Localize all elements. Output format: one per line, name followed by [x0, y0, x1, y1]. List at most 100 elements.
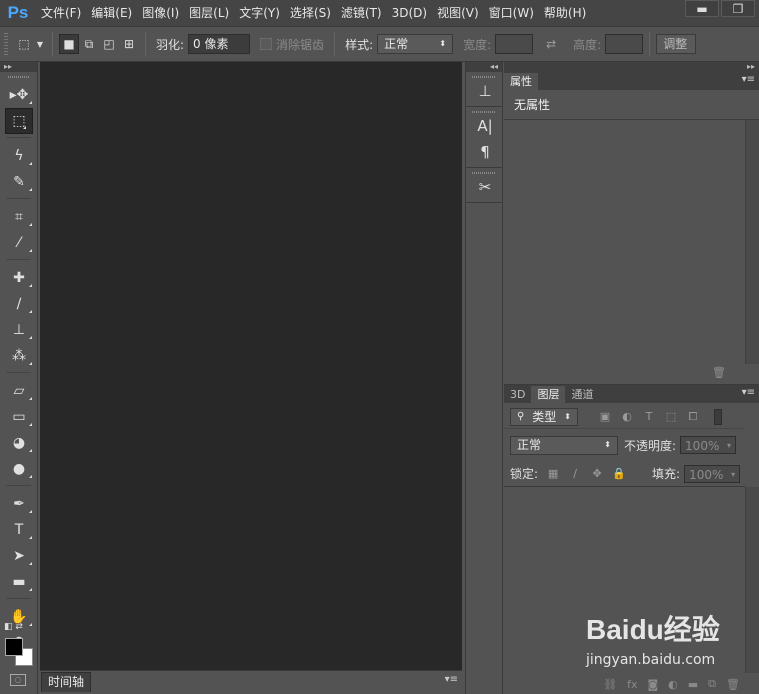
- type-tool[interactable]: T: [0, 517, 38, 543]
- filter-pixel-icon[interactable]: ▣: [597, 409, 613, 425]
- lasso-tool-icon: ϟ: [14, 148, 24, 164]
- tool-flyout-indicator: [23, 126, 26, 129]
- marquee-tool[interactable]: ⬚: [5, 108, 33, 134]
- pen-tool[interactable]: ✒: [0, 491, 38, 517]
- shape-tool[interactable]: ▬: [0, 569, 38, 595]
- height-input[interactable]: [605, 34, 644, 54]
- baidu-watermark: Baidu经验 jingyan.baidu.com: [586, 608, 756, 688]
- tool-flyout-indicator: [29, 249, 32, 252]
- tools-grip[interactable]: [8, 76, 29, 78]
- stamp-tool[interactable]: ⊥: [0, 317, 38, 343]
- filter-smart-object-icon[interactable]: ⧠: [685, 409, 701, 425]
- menu-filter[interactable]: 滤镜(T): [336, 0, 387, 26]
- eyedropper-tool-icon: ⁄: [17, 235, 21, 251]
- lock-image-icon[interactable]: ∕: [567, 466, 583, 482]
- healing-tool[interactable]: ✚: [0, 265, 38, 291]
- tool-flyout-indicator: [29, 475, 32, 478]
- add-selection-icon[interactable]: ⧉: [79, 34, 99, 54]
- gradient-tool[interactable]: ▭: [0, 404, 38, 430]
- swap-dimensions-icon[interactable]: ⇄: [541, 34, 561, 54]
- new-selection-icon[interactable]: ■: [59, 34, 79, 54]
- minimize-button[interactable]: ▬: [685, 0, 719, 17]
- properties-menu-icon[interactable]: ▾≡: [742, 74, 755, 85]
- refine-edge-button[interactable]: 调整: [656, 34, 697, 54]
- default-colors-icon[interactable]: ◧ ⇄: [4, 622, 34, 636]
- tool-presets-icon[interactable]: ✂: [466, 174, 504, 200]
- menu-edit[interactable]: 编辑(E): [86, 0, 137, 26]
- right-panels-header[interactable]: ▸▸: [504, 62, 759, 72]
- photoshop-window: Ps 文件(F) 编辑(E) 图像(I) 图层(L) 文字(Y) 选择(S) 滤…: [0, 0, 759, 694]
- tool-flyout-indicator: [29, 223, 32, 226]
- timeline-menu-icon[interactable]: ▾≡: [445, 674, 458, 685]
- tab-3d[interactable]: 3D: [504, 386, 531, 403]
- move-tool[interactable]: ▸✥: [0, 82, 38, 108]
- marquee-preset-icon[interactable]: ⬚: [14, 34, 34, 54]
- lock-transparent-icon[interactable]: ▦: [545, 466, 561, 482]
- dodge-tool[interactable]: ●: [0, 456, 38, 482]
- path-select-tool[interactable]: ➤: [0, 543, 38, 569]
- blend-mode-select[interactable]: 正常 ⬍: [510, 435, 618, 455]
- tab-properties[interactable]: 属性: [504, 73, 538, 90]
- filter-shape-icon[interactable]: ⬚: [663, 409, 679, 425]
- intersect-selection-icon[interactable]: ⊞: [119, 34, 139, 54]
- watermark-url: jingyan.baidu.com: [586, 652, 716, 668]
- width-input[interactable]: [495, 34, 534, 54]
- menu-3d[interactable]: 3D(D): [387, 0, 432, 26]
- crop-tool[interactable]: ⌗: [0, 204, 38, 230]
- options-grip[interactable]: [4, 33, 8, 55]
- style-select[interactable]: 正常 ⬍: [377, 34, 454, 54]
- feather-input[interactable]: 0 像素: [188, 34, 251, 54]
- menu-view[interactable]: 视图(V): [432, 0, 484, 26]
- quick-mask-icon[interactable]: ◌: [10, 674, 26, 686]
- separator: [334, 32, 336, 56]
- maximize-button[interactable]: ❐: [721, 0, 755, 17]
- dock-header[interactable]: ◂◂: [466, 62, 502, 72]
- right-panels: ▸▸ 属性 ▾≡ 无属性 🗑 3D 图层 通道 ▾≡ ⚲ 类型 ⬍ ▣ ◐ T …: [504, 62, 759, 694]
- foreground-color-swatch-top[interactable]: [5, 638, 23, 656]
- menu-select[interactable]: 选择(S): [285, 0, 336, 26]
- filter-type-icon[interactable]: T: [641, 409, 657, 425]
- select-arrows-icon: ⬍: [604, 440, 611, 449]
- lock-all-icon[interactable]: 🔒: [611, 466, 627, 482]
- menu-file[interactable]: 文件(F): [36, 0, 86, 26]
- menu-type[interactable]: 文字(Y): [234, 0, 285, 26]
- character-panel-icon[interactable]: A|: [466, 113, 504, 139]
- quick-select-tool[interactable]: ✎: [0, 169, 38, 195]
- properties-body: 无属性 🗑: [504, 90, 759, 380]
- filter-toggle[interactable]: [714, 408, 722, 425]
- menu-image[interactable]: 图像(I): [137, 0, 184, 26]
- filter-adjustment-icon[interactable]: ◐: [619, 409, 635, 425]
- layers-menu-icon[interactable]: ▾≡: [742, 387, 755, 398]
- dock-group-2: A| ¶: [466, 111, 502, 168]
- menu-window[interactable]: 窗口(W): [484, 0, 539, 26]
- tab-layers[interactable]: 图层: [531, 386, 566, 403]
- lock-position-icon[interactable]: ✥: [589, 466, 605, 482]
- history-brush-tool[interactable]: ⁂: [0, 343, 38, 369]
- tab-channels[interactable]: 通道: [565, 386, 599, 403]
- layer-filter-select[interactable]: ⚲ 类型 ⬍: [510, 407, 578, 426]
- eyedropper-tool[interactable]: ⁄: [0, 230, 38, 256]
- blend-opacity-row: 正常 ⬍ 不透明度: 100% ▾: [504, 433, 745, 457]
- preset-dropdown-icon[interactable]: ▼: [34, 34, 46, 54]
- document-canvas[interactable]: [40, 62, 462, 670]
- history-brush-tool-icon: ⁂: [12, 348, 26, 364]
- height-label: 高度:: [573, 37, 602, 52]
- opacity-input[interactable]: 100% ▾: [680, 436, 737, 454]
- menu-layer[interactable]: 图层(L): [184, 0, 234, 26]
- menu-help[interactable]: 帮助(H): [539, 0, 591, 26]
- tools-panel-header[interactable]: ▸▸: [0, 62, 37, 72]
- brush-tool[interactable]: ∕: [0, 291, 38, 317]
- tool-flyout-indicator: [29, 397, 32, 400]
- properties-trash-icon[interactable]: 🗑: [712, 366, 726, 379]
- timeline-tab[interactable]: 时间轴: [41, 672, 92, 692]
- subtract-selection-icon[interactable]: ◰: [99, 34, 119, 54]
- blur-tool[interactable]: ◕: [0, 430, 38, 456]
- paragraph-panel-icon[interactable]: ¶: [466, 139, 504, 165]
- properties-scrollbar[interactable]: [745, 120, 759, 364]
- eraser-tool[interactable]: ▱: [0, 378, 38, 404]
- clone-source-icon[interactable]: ⊥: [466, 78, 504, 104]
- antialias-checkbox[interactable]: [260, 38, 273, 50]
- properties-title: 无属性: [504, 90, 759, 120]
- lasso-tool[interactable]: ϟ: [0, 143, 38, 169]
- fill-input[interactable]: 100% ▾: [684, 464, 741, 483]
